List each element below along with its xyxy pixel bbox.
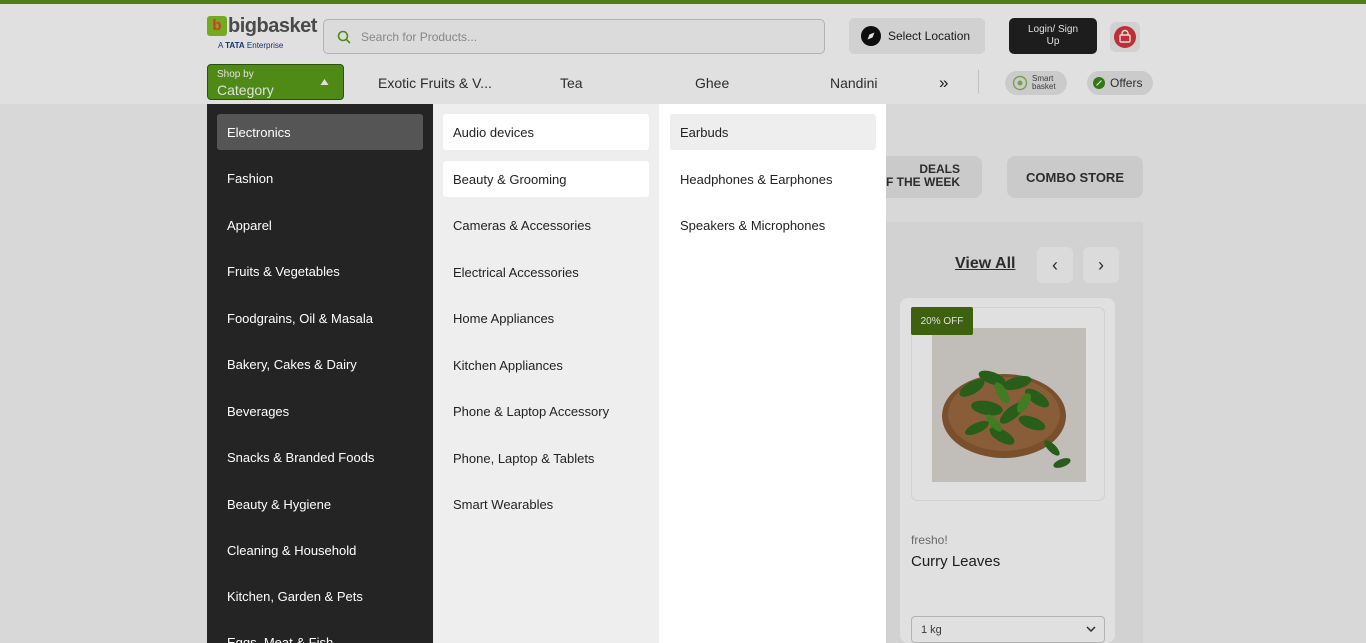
category-menu: Electronics Fashion Apparel Fruits & Veg… <box>207 104 433 643</box>
subcategory-item-phone-laptop-tablets[interactable]: Phone, Laptop & Tablets <box>443 440 649 476</box>
subcategory-item-cameras[interactable]: Cameras & Accessories <box>443 207 649 243</box>
subcategory-item-kitchen-appliances[interactable]: Kitchen Appliances <box>443 347 649 383</box>
category-item-bakery[interactable]: Bakery, Cakes & Dairy <box>217 346 423 382</box>
subcategory-menu: Audio devices Beauty & Grooming Cameras … <box>433 104 659 643</box>
category-item-fashion[interactable]: Fashion <box>217 160 423 196</box>
leaf-item-speakers[interactable]: Speakers & Microphones <box>670 207 876 243</box>
subcategory-item-smart-wearables[interactable]: Smart Wearables <box>443 486 649 522</box>
subcategory-item-audio-devices[interactable]: Audio devices <box>443 114 649 150</box>
category-item-foodgrains[interactable]: Foodgrains, Oil & Masala <box>217 300 423 336</box>
subcategory-item-electrical[interactable]: Electrical Accessories <box>443 254 649 290</box>
category-item-beauty-hygiene[interactable]: Beauty & Hygiene <box>217 486 423 522</box>
category-item-cleaning[interactable]: Cleaning & Household <box>217 532 423 568</box>
leaf-category-menu: Earbuds Headphones & Earphones Speakers … <box>659 104 886 643</box>
leaf-item-headphones[interactable]: Headphones & Earphones <box>670 161 876 197</box>
category-item-apparel[interactable]: Apparel <box>217 207 423 243</box>
category-item-beverages[interactable]: Beverages <box>217 393 423 429</box>
category-item-fruits-vegetables[interactable]: Fruits & Vegetables <box>217 253 423 289</box>
category-item-eggs-meat-fish[interactable]: Eggs, Meat & Fish <box>217 624 423 643</box>
leaf-item-earbuds[interactable]: Earbuds <box>670 114 876 150</box>
subcategory-item-beauty-grooming[interactable]: Beauty & Grooming <box>443 161 649 197</box>
category-item-kitchen-garden-pets[interactable]: Kitchen, Garden & Pets <box>217 578 423 614</box>
subcategory-item-phone-laptop-accessory[interactable]: Phone & Laptop Accessory <box>443 393 649 429</box>
category-item-electronics[interactable]: Electronics <box>217 114 423 150</box>
subcategory-item-home-appliances[interactable]: Home Appliances <box>443 300 649 336</box>
category-item-snacks[interactable]: Snacks & Branded Foods <box>217 439 423 475</box>
